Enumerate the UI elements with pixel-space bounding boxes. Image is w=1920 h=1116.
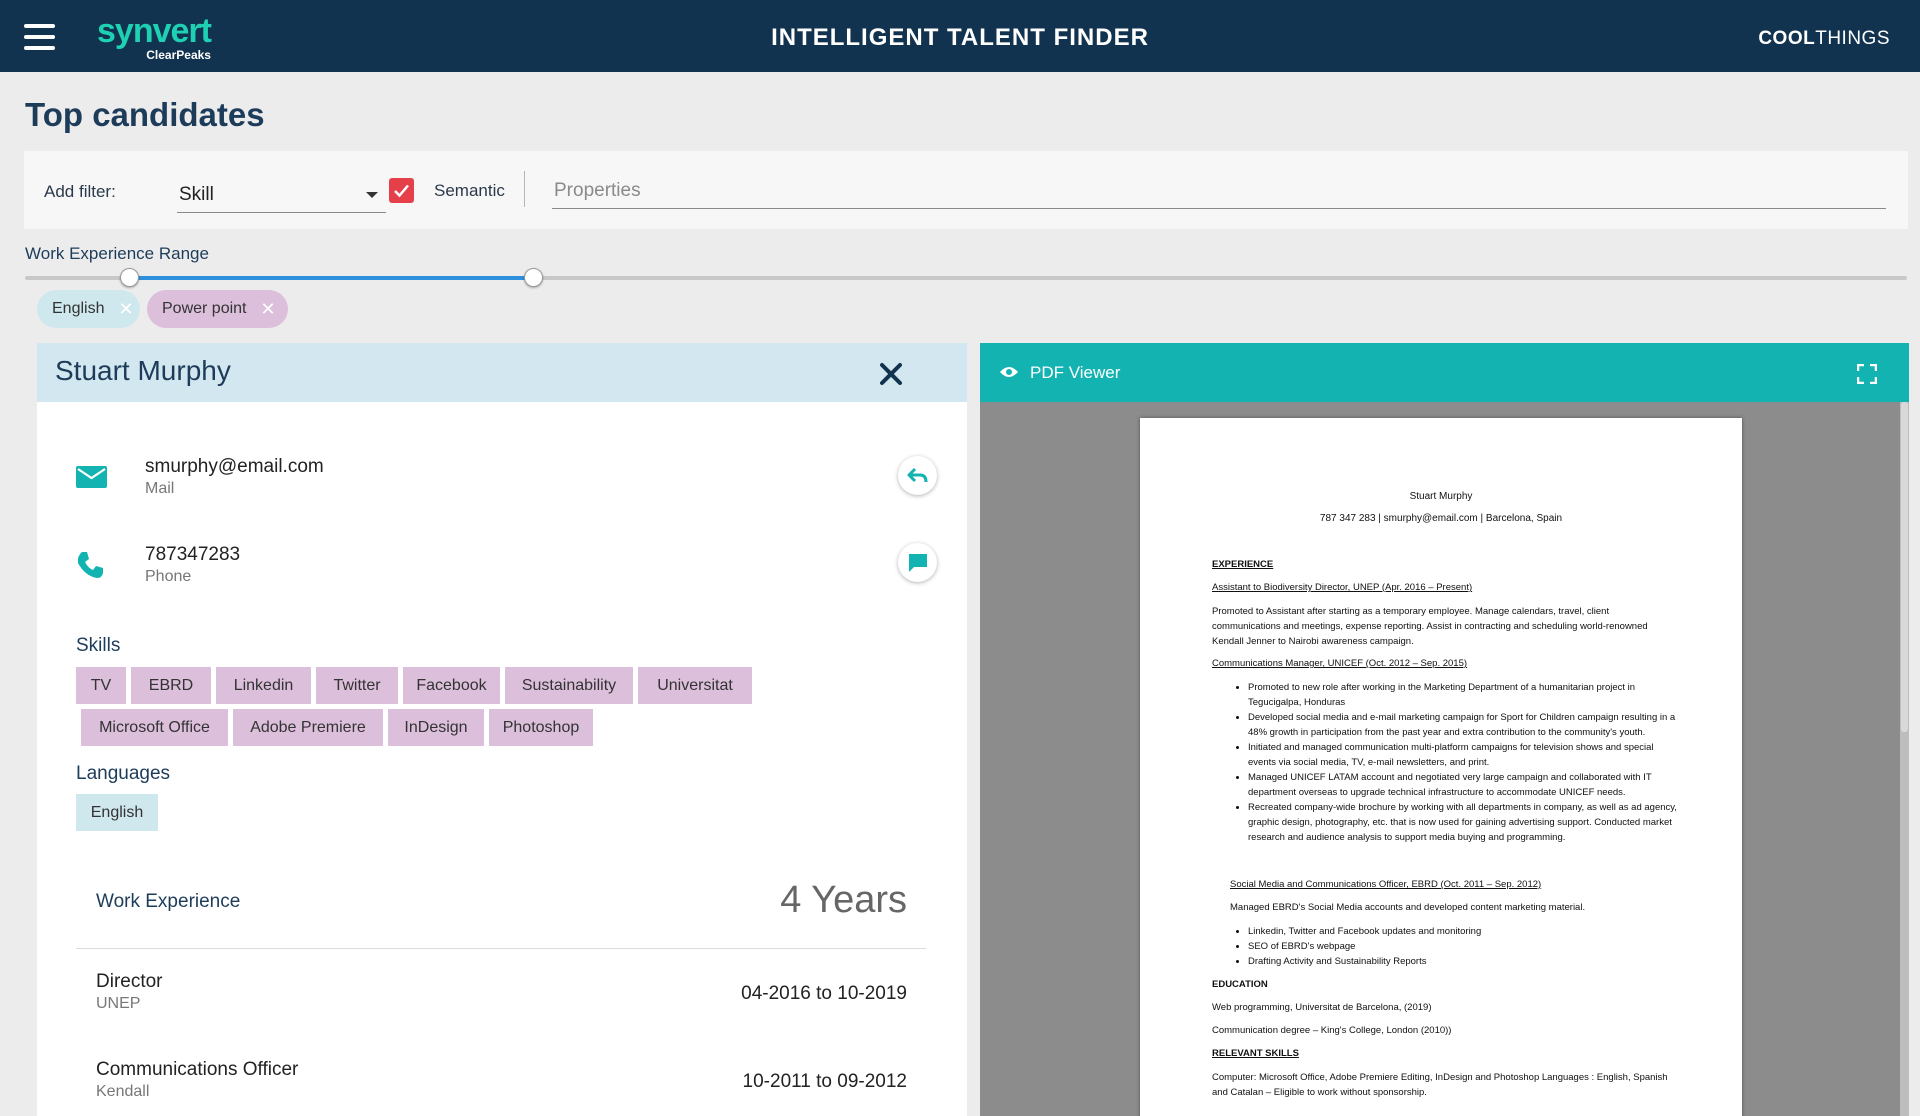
skill-tag: Facebook: [403, 667, 500, 704]
resume-name: Stuart Murphy: [1409, 491, 1473, 502]
resume-job-title: Communications Manager, UNICEF (Oct. 201…: [1212, 658, 1468, 669]
resume-bullet: Recreated company-wide brochure by worki…: [1248, 800, 1678, 845]
close-icon[interactable]: ✕: [261, 299, 276, 320]
candidate-name: Stuart Murphy: [55, 355, 231, 386]
top-bar: synvert ClearPeaks INTELLIGENT TALENT FI…: [0, 0, 1920, 72]
skill-tag: InDesign: [388, 709, 484, 746]
slider-thumb-low[interactable]: [119, 268, 139, 287]
skill-tag: Photoshop: [489, 709, 593, 746]
resume-job-bullets: Promoted to new role after working in th…: [1248, 680, 1678, 845]
pdf-viewer: PDF Viewer Stuart Murphy 787 347 283 | s…: [980, 343, 1909, 1116]
check-icon: [394, 184, 409, 198]
resume-job-title: Social Media and Communications Officer,…: [1230, 879, 1542, 890]
pdf-scrollbar[interactable]: [1900, 402, 1909, 1116]
resume-bullet: Developed social media and e-mail market…: [1248, 710, 1678, 740]
filter-type-select[interactable]: Skill: [177, 179, 386, 213]
work-experience-slider[interactable]: [25, 268, 1907, 287]
email-label: Mail: [145, 480, 175, 497]
email-value[interactable]: smurphy@email.com: [145, 456, 324, 478]
app-title: INTELLIGENT TALENT FINDER: [771, 24, 1149, 51]
chip-label: English: [52, 300, 105, 317]
skill-tag: Universitat: [638, 667, 752, 704]
resume-job-title: Assistant to Biodiversity Director, UNEP…: [1212, 582, 1473, 593]
resume-bullet: Managed UNICEF LATAM account and negotia…: [1248, 770, 1678, 800]
resume-experience-heading: EXPERIENCE: [1212, 559, 1274, 570]
job-dates: 10-2011 to 09-2012: [742, 1071, 907, 1092]
brand-name: COOLTHINGS: [1758, 28, 1890, 50]
semantic-checkbox[interactable]: [389, 178, 414, 203]
reply-icon: [907, 467, 927, 482]
skill-tag: Adobe Premiere: [233, 709, 383, 746]
job-dates: 04-2016 to 10-2019: [741, 983, 907, 1004]
resume-education: Web programming, Universitat de Barcelon…: [1212, 1002, 1432, 1013]
resume-job-text: Promoted to Assistant after starting as …: [1212, 606, 1648, 647]
candidate-card-header: Stuart Murphy: [37, 343, 967, 402]
chat-icon: [908, 553, 927, 572]
job-org: Kendall: [96, 1083, 150, 1100]
skills-title: Skills: [76, 635, 121, 656]
job-org: UNEP: [96, 995, 141, 1012]
phone-value[interactable]: 787347283: [145, 544, 240, 566]
pdf-scrollbar-thumb[interactable]: [1901, 402, 1908, 732]
job-title: Director: [96, 971, 163, 992]
brand-bold: COOL: [1758, 28, 1816, 49]
job-title: Communications Officer: [96, 1059, 299, 1080]
close-icon[interactable]: ✕: [118, 299, 133, 320]
reply-button[interactable]: [898, 456, 937, 495]
fullscreen-icon[interactable]: [1857, 364, 1877, 384]
logo-main: synvert: [97, 12, 212, 50]
slider-thumb-high[interactable]: [524, 268, 544, 287]
page-title: Top candidates: [25, 96, 265, 133]
skill-tag: Sustainability: [505, 667, 633, 704]
chip-label: Power point: [162, 300, 247, 317]
filter-chip-english: English ✕: [37, 290, 140, 328]
phone-icon: [77, 552, 103, 578]
pdf-page[interactable]: Stuart Murphy 787 347 283 | smurphy@emai…: [1140, 418, 1742, 1116]
eye-icon: [1000, 367, 1018, 377]
skill-tag: Twitter: [316, 667, 398, 704]
work-experience-years: 4 Years: [780, 879, 907, 921]
divider: [76, 948, 926, 949]
work-experience-label: Work Experience: [96, 891, 241, 912]
resume-skills-text: Computer: Microsoft Office, Adobe Premie…: [1212, 1072, 1668, 1098]
resume-bullet: Initiated and managed communication mult…: [1248, 740, 1678, 770]
candidate-card: Stuart Murphy smurphy@email.com Mail 787…: [37, 343, 967, 1116]
languages-title: Languages: [76, 763, 171, 784]
properties-input[interactable]: [552, 173, 1886, 209]
filter-label: Add filter:: [44, 182, 116, 201]
semantic-label: Semantic: [434, 181, 505, 200]
filter-type-value: Skill: [179, 184, 214, 205]
divider: [524, 171, 525, 207]
language-tag: English: [76, 794, 158, 831]
filter-chip-power-point: Power point ✕: [147, 290, 288, 328]
resume-contact: 787 347 283 | smurphy@email.com | Barcel…: [1319, 513, 1563, 524]
resume-skills-heading: RELEVANT SKILLS: [1212, 1048, 1299, 1059]
resume-bullet: Drafting Activity and Sustainability Rep…: [1248, 954, 1678, 969]
filter-bar: Add filter: Skill Semantic: [24, 151, 1908, 229]
pdf-viewer-title: PDF Viewer: [1030, 363, 1121, 382]
resume-job-text: Managed EBRD's Social Media accounts and…: [1230, 902, 1586, 913]
phone-label: Phone: [145, 568, 192, 585]
resume-education: Communication degree – King's College, L…: [1212, 1025, 1452, 1036]
brand-rest: THINGS: [1815, 28, 1890, 49]
close-icon[interactable]: [878, 361, 904, 387]
skill-tag: Linkedin: [216, 667, 311, 704]
work-experience-range-label: Work Experience Range: [25, 244, 209, 263]
message-button[interactable]: [898, 543, 937, 582]
skill-tag: Microsoft Office: [81, 709, 228, 746]
resume-education-heading: EDUCATION: [1212, 979, 1268, 990]
menu-icon[interactable]: [24, 24, 55, 50]
logo: synvert ClearPeaks: [97, 12, 212, 62]
resume-job-bullets: Linkedin, Twitter and Facebook updates a…: [1248, 924, 1678, 969]
resume-bullet: Promoted to new role after working in th…: [1248, 680, 1678, 710]
logo-sub: ClearPeaks: [146, 48, 211, 62]
chevron-down-icon: [366, 192, 378, 198]
slider-fill: [128, 276, 534, 280]
skill-tag: EBRD: [131, 667, 211, 704]
resume-bullet: SEO of EBRD's webpage: [1248, 939, 1678, 954]
resume-bullet: Linkedin, Twitter and Facebook updates a…: [1248, 924, 1678, 939]
skill-tag: TV: [76, 667, 126, 704]
pdf-viewer-header: PDF Viewer: [980, 343, 1909, 402]
mail-icon: [76, 466, 107, 488]
